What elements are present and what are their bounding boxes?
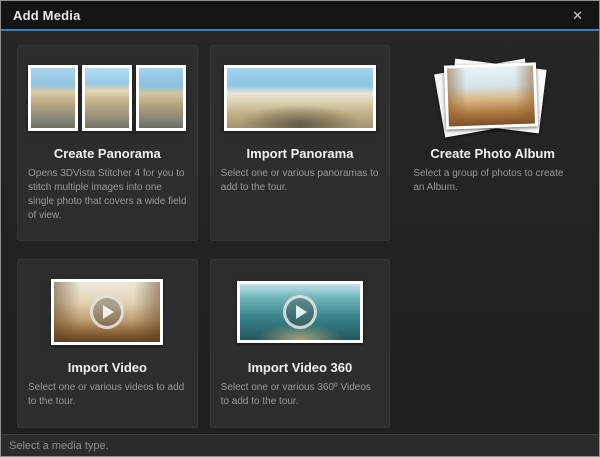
card-create-panorama[interactable]: Create Panorama Opens 3DVista Stitcher 4…	[17, 45, 198, 241]
card-title: Import Video 360	[248, 360, 353, 375]
status-text: Select a media type.	[9, 440, 109, 452]
close-icon: ✕	[572, 8, 583, 23]
import-video-360-thumbnail	[221, 270, 380, 354]
card-title: Import Video	[68, 360, 147, 375]
title-bar: Add Media ✕	[1, 1, 599, 29]
stitch-photo-1	[28, 65, 78, 131]
video-play-icon	[51, 279, 163, 345]
card-description: Select one or various panoramas to add t…	[221, 167, 380, 195]
card-import-panorama[interactable]: Import Panorama Select one or various pa…	[210, 45, 391, 241]
add-media-dialog: Add Media ✕ Create Panorama Opens 3DVist…	[0, 0, 600, 457]
card-import-video[interactable]: Import Video Select one or various video…	[17, 259, 198, 428]
play-icon	[283, 295, 317, 329]
video360-play-icon	[237, 281, 363, 343]
card-title: Create Panorama	[54, 146, 161, 161]
status-bar: Select a media type.	[1, 434, 599, 456]
create-photo-album-thumbnail	[413, 56, 572, 140]
panorama-stitch-photos-icon	[28, 65, 186, 131]
stitch-photo-2	[82, 65, 132, 131]
import-video-thumbnail	[28, 270, 187, 354]
empty-grid-slot	[402, 259, 583, 428]
card-create-photo-album[interactable]: Create Photo Album Select a group of pho…	[402, 45, 583, 241]
card-description: Opens 3DVista Stitcher 4 for you to stit…	[28, 167, 187, 223]
panorama-photo-icon	[224, 65, 376, 131]
card-description: Select one or various videos to add to t…	[28, 381, 187, 409]
stitch-photo-3	[136, 65, 186, 131]
card-title: Create Photo Album	[430, 146, 554, 161]
import-panorama-thumbnail	[221, 56, 380, 140]
card-description: Select a group of photos to create an Al…	[413, 167, 572, 195]
card-import-video-360[interactable]: Import Video 360 Select one or various 3…	[210, 259, 391, 428]
dialog-title: Add Media	[13, 8, 81, 23]
media-grid: Create Panorama Opens 3DVista Stitcher 4…	[1, 31, 599, 434]
create-panorama-thumbnail	[28, 56, 187, 140]
play-icon	[90, 295, 124, 329]
photo-stack-icon	[433, 56, 553, 140]
card-title: Import Panorama	[247, 146, 354, 161]
card-description: Select one or various 360º Videos to add…	[221, 381, 380, 409]
close-button[interactable]: ✕	[566, 5, 589, 26]
album-photo-top	[444, 62, 538, 129]
